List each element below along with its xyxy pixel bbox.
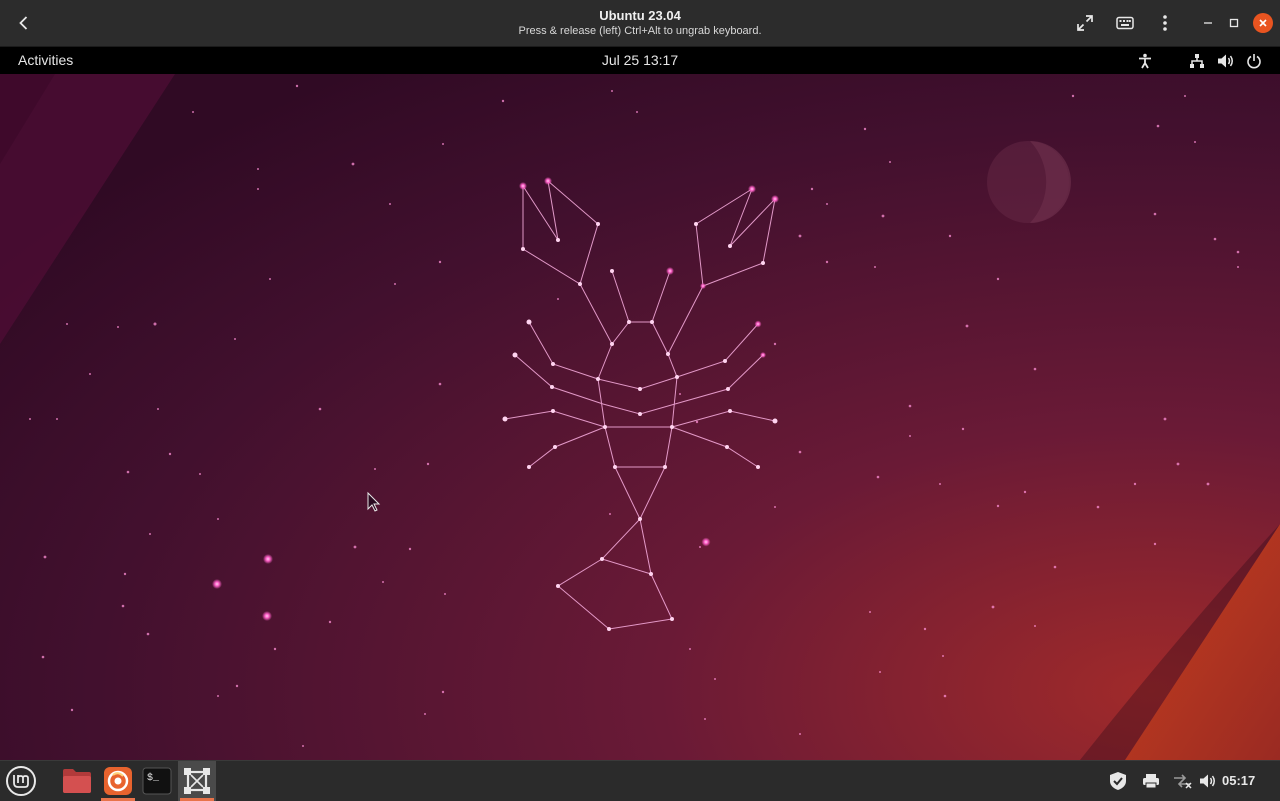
desktop-wallpaper [0, 74, 1280, 760]
fullscreen-button[interactable] [1071, 9, 1099, 37]
back-button[interactable] [10, 9, 38, 37]
activities-button[interactable]: Activities [18, 52, 73, 69]
mint-menu-icon [6, 766, 36, 796]
printer-icon[interactable] [1141, 771, 1161, 791]
close-button[interactable] [1253, 13, 1273, 33]
maximize-button[interactable] [1224, 13, 1244, 33]
terminal-icon: $_ [142, 767, 172, 795]
volume-tray-icon[interactable] [1198, 771, 1218, 791]
taskbar-clock[interactable]: 05:17 [1222, 773, 1255, 788]
viewer-subtitle: Press & release (left) Ctrl+Alt to ungra… [518, 25, 762, 37]
close-icon [1259, 19, 1267, 27]
terminal-button[interactable]: $_ [138, 761, 176, 801]
accessibility-icon[interactable] [1136, 52, 1154, 70]
network-disconnected-icon[interactable] [1172, 771, 1192, 791]
minimize-button[interactable] [1198, 13, 1218, 33]
power-icon[interactable] [1245, 52, 1263, 70]
keyboard-icon [1116, 16, 1134, 30]
menu-icon [1163, 15, 1167, 31]
viewer-title: Ubuntu 23.04 [599, 8, 681, 23]
date-time[interactable]: Jul 25 13:17 [540, 52, 740, 69]
virt-viewer-icon [184, 768, 210, 794]
file-manager-button[interactable] [58, 761, 96, 801]
gnome-top-bar: Activities Jul 25 13:17 [0, 47, 1280, 74]
firefox-icon [104, 767, 132, 795]
volume-icon[interactable] [1217, 52, 1235, 70]
virt-viewer-button[interactable] [178, 761, 216, 801]
guest-screen[interactable]: Activities Jul 25 13:17 [0, 47, 1280, 760]
maximize-icon [1229, 18, 1239, 28]
file-manager-icon [63, 769, 91, 793]
send-keys-button[interactable] [1111, 9, 1139, 37]
network-icon[interactable] [1188, 52, 1206, 70]
back-icon [19, 16, 28, 30]
viewer-title-block: Ubuntu 23.04 Press & release (left) Ctrl… [340, 8, 940, 38]
minimize-icon [1204, 22, 1212, 24]
host-taskbar: $_ 05:17 [0, 760, 1280, 801]
svg-text:$_: $_ [147, 772, 160, 784]
mint-menu-button[interactable] [2, 761, 40, 801]
firefox-button[interactable] [99, 761, 137, 801]
menu-button[interactable] [1151, 9, 1179, 37]
shield-icon[interactable] [1108, 771, 1128, 791]
fullscreen-icon [1077, 15, 1093, 31]
viewer-header: Ubuntu 23.04 Press & release (left) Ctrl… [0, 0, 1280, 47]
